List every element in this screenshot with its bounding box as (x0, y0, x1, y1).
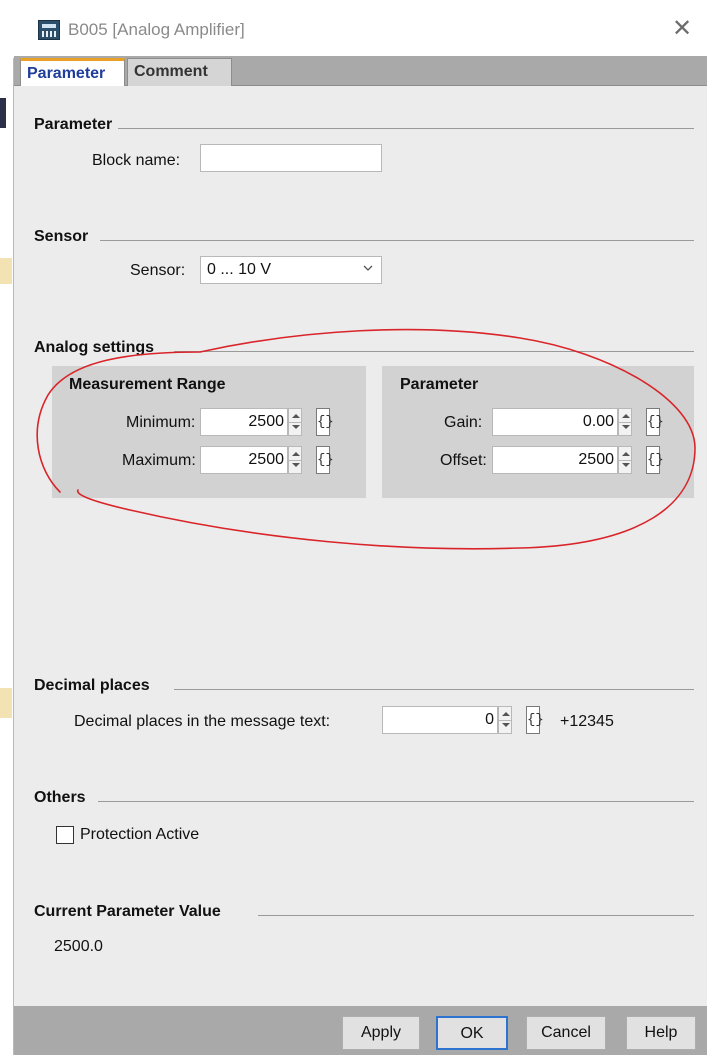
measurement-range-title: Measurement Range (69, 376, 226, 393)
decimal-preview-text: +12345 (560, 713, 614, 730)
tab-comment[interactable]: Comment (127, 58, 232, 86)
minimum-brace-icon[interactable]: {} (316, 408, 334, 436)
section-divider (258, 915, 694, 916)
edge-mark (0, 258, 12, 284)
tab-bar: Parameter Comment (14, 56, 707, 86)
gain-brace-icon[interactable]: {} (646, 408, 664, 436)
protection-active-label: Protection Active (80, 826, 200, 843)
section-divider (174, 689, 694, 690)
offset-brace-icon[interactable]: {} (646, 446, 664, 474)
decimal-places-spinner[interactable] (498, 706, 512, 734)
section-title-sensor: Sensor (34, 228, 95, 246)
dialog-button-bar: Apply OK Cancel Help (14, 1006, 707, 1055)
section-divider (100, 240, 694, 241)
protection-active-checkbox[interactable] (56, 826, 74, 844)
help-button[interactable]: Help (626, 1016, 696, 1050)
offset-label: Offset: (440, 452, 487, 469)
close-icon[interactable]: ✕ (672, 14, 692, 43)
tab-parameter[interactable]: Parameter (20, 58, 125, 86)
sensor-label: Sensor: (130, 262, 186, 279)
title-bar: B005 [Analog Amplifier] ✕ (0, 0, 707, 58)
parameter-group: Parameter Gain: 0.00 {} Offset: 2500 {} (382, 366, 694, 498)
section-divider (114, 128, 694, 129)
block-name-input[interactable] (200, 144, 382, 172)
edge-mark (0, 688, 12, 718)
minimum-input[interactable]: 2500 (200, 408, 288, 436)
gain-label: Gain: (444, 414, 483, 431)
block-name-label: Block name: (92, 152, 181, 169)
minimum-spinner[interactable] (288, 408, 302, 436)
sensor-select[interactable]: 0 ... 10 V (200, 256, 382, 284)
window-title: B005 [Analog Amplifier] (68, 20, 245, 39)
current-value-text: 2500.0 (54, 938, 103, 955)
edge-mark (0, 98, 6, 128)
chevron-down-icon (363, 265, 373, 271)
sensor-select-value: 0 ... 10 V (207, 261, 272, 278)
section-title-others: Others (34, 789, 92, 807)
parameter-panel: Parameter Block name: Sensor Sensor: 0 .… (14, 86, 707, 1006)
section-divider (98, 801, 694, 802)
section-divider (174, 351, 694, 352)
maximum-brace-icon[interactable]: {} (316, 446, 334, 474)
decimal-places-label: Decimal places in the message text: (74, 713, 331, 730)
section-title-analog-settings: Analog settings (34, 339, 161, 357)
maximum-spinner[interactable] (288, 446, 302, 474)
parameter-group-title: Parameter (400, 376, 479, 393)
cancel-button[interactable]: Cancel (526, 1016, 606, 1050)
decimal-places-input[interactable]: 0 (382, 706, 498, 734)
apply-button[interactable]: Apply (342, 1016, 420, 1050)
minimum-label: Minimum: (126, 414, 196, 431)
ok-button[interactable]: OK (436, 1016, 508, 1050)
gain-input[interactable]: 0.00 (492, 408, 618, 436)
maximum-input[interactable]: 2500 (200, 446, 288, 474)
maximum-label: Maximum: (122, 452, 196, 469)
section-title-current-value: Current Parameter Value (34, 903, 227, 921)
measurement-range-group: Measurement Range Minimum: 2500 {} Maxim… (52, 366, 366, 498)
offset-spinner[interactable] (618, 446, 632, 474)
offset-input[interactable]: 2500 (492, 446, 618, 474)
section-title-parameter: Parameter (34, 116, 119, 134)
gain-spinner[interactable] (618, 408, 632, 436)
decimal-places-brace-icon[interactable]: {} (526, 706, 544, 734)
section-title-decimal-places: Decimal places (34, 677, 156, 695)
app-icon (38, 20, 60, 40)
background-window-edge (0, 58, 14, 1055)
